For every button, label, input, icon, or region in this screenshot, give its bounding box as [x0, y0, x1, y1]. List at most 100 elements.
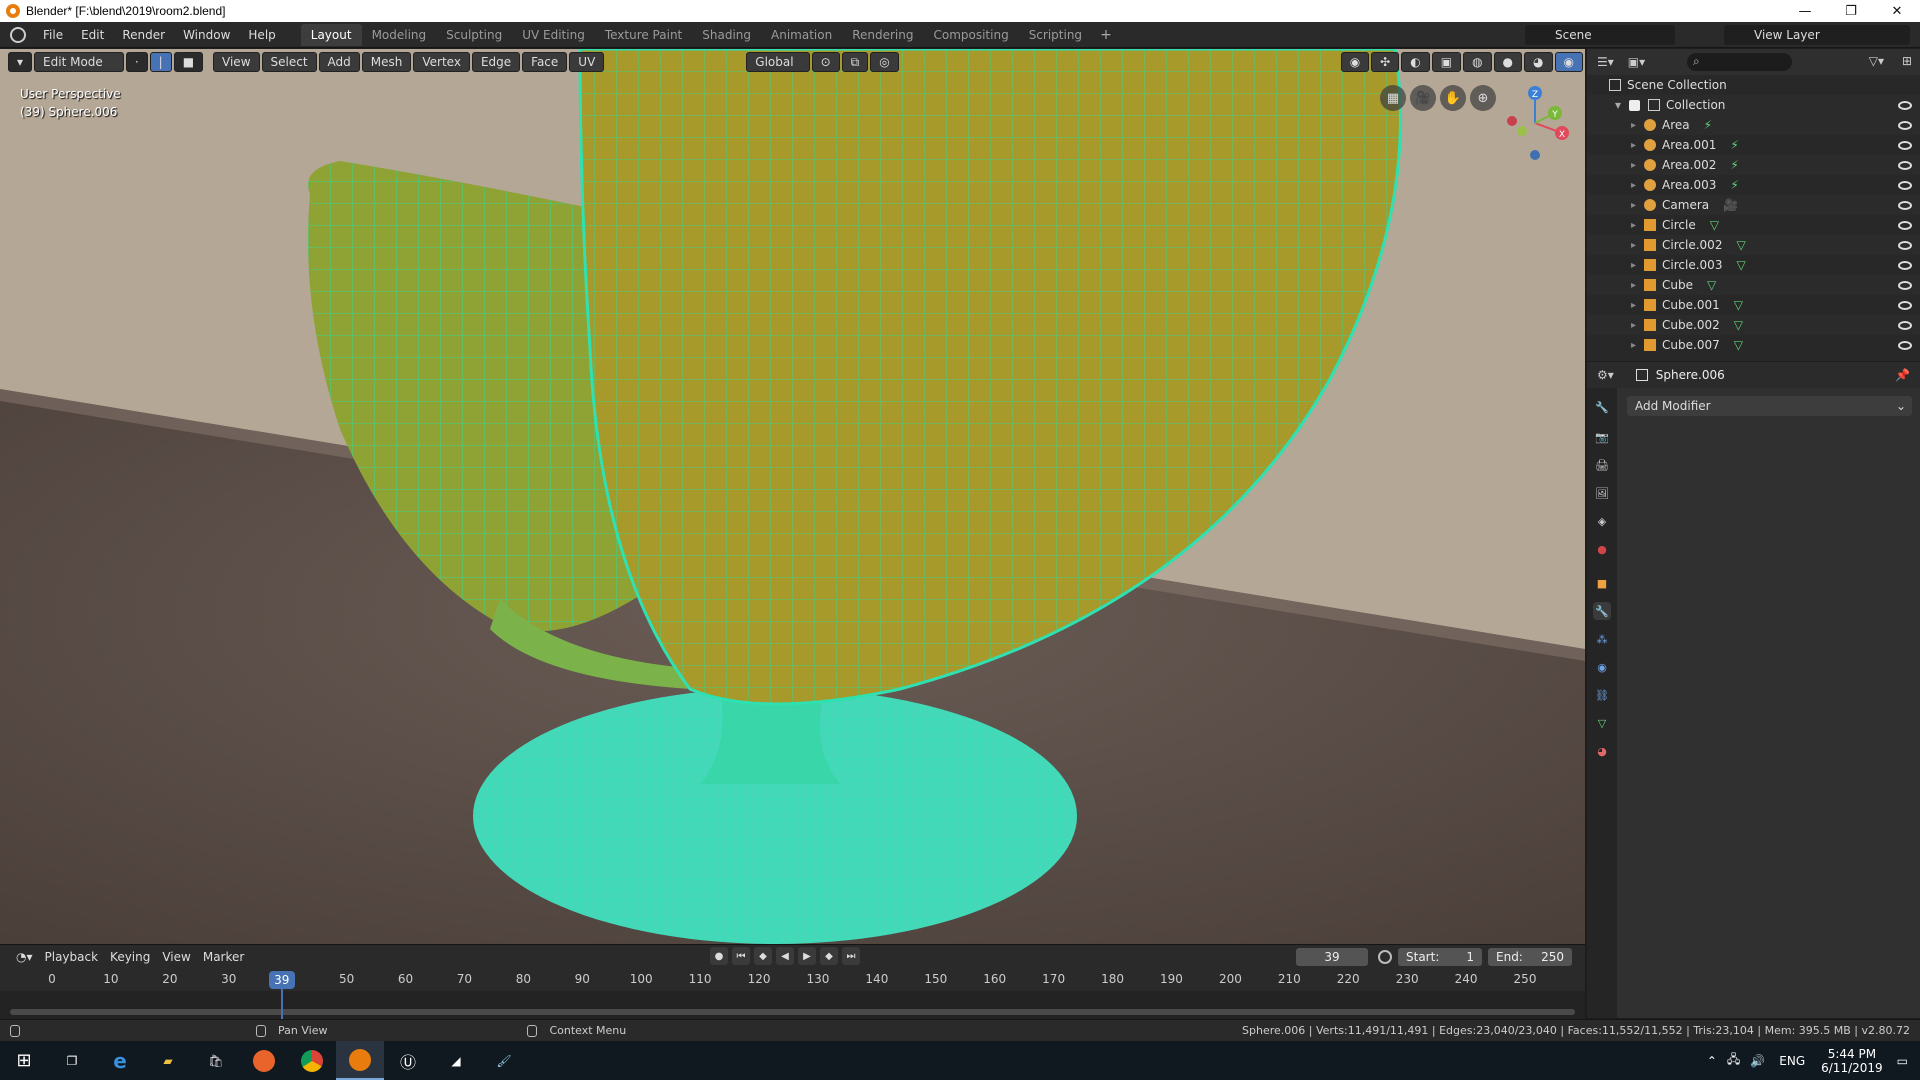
edge-browser-icon[interactable]: e [96, 1041, 144, 1080]
select-mode-edge-button[interactable]: | [149, 52, 172, 72]
tab-compositing[interactable]: Compositing [923, 24, 1018, 46]
uv-menu[interactable]: UV [569, 52, 605, 72]
blender-menu-icon[interactable] [10, 26, 26, 43]
tab-modeling[interactable]: Modeling [362, 24, 437, 46]
expand-icon[interactable]: ▸ [1631, 320, 1636, 331]
visibility-eye-icon[interactable] [1898, 180, 1912, 190]
language-indicator[interactable]: ENG [1779, 1054, 1805, 1068]
properties-editor-type-icon[interactable]: ⚙▾ [1597, 368, 1614, 382]
particles-tab-icon[interactable]: ⁂ [1593, 630, 1611, 648]
add-workspace-button[interactable]: + [1092, 27, 1120, 43]
3d-viewport[interactable]: ▾ Edit Mode · | ■ View Select Add Mesh V… [0, 49, 1585, 944]
light-data-icon[interactable]: ⚡ [1730, 178, 1738, 192]
menu-edit[interactable]: Edit [72, 28, 113, 42]
play-reverse-button[interactable]: ◀ [776, 947, 794, 965]
overlay-visibility-button[interactable]: ◉ [1340, 52, 1370, 72]
mesh-data-icon[interactable]: ▽ [1736, 238, 1745, 252]
outliner-row[interactable]: ▸ Circle ▽ [1587, 215, 1920, 235]
tab-shading[interactable]: Shading [692, 24, 761, 46]
visibility-eye-icon[interactable] [1898, 300, 1912, 310]
jump-end-button[interactable]: ⏭ [842, 947, 860, 965]
shading-material-button[interactable]: ◕ [1524, 52, 1553, 72]
pan-hand-icon[interactable]: ✋ [1440, 85, 1466, 111]
expand-collection-icon[interactable]: ▾ [1615, 98, 1621, 112]
outliner-row[interactable]: ▸ Cube.002 ▽ [1587, 315, 1920, 335]
data-tab-icon[interactable]: ▽ [1593, 714, 1611, 732]
output-tab-icon[interactable]: 🖨 [1593, 456, 1611, 474]
light-data-icon[interactable]: ⚡ [1730, 138, 1738, 152]
filter-icon[interactable]: ▽▾ [1869, 54, 1884, 68]
shading-solid-button[interactable]: ● [1493, 52, 1523, 72]
expand-icon[interactable]: ▸ [1631, 260, 1636, 271]
playhead-line[interactable] [280, 989, 283, 1021]
tab-layout[interactable]: Layout [300, 23, 362, 46]
select-mode-vertex-button[interactable]: · [125, 52, 148, 72]
visibility-eye-icon[interactable] [1898, 280, 1912, 290]
task-view-icon[interactable]: ❐ [48, 1041, 96, 1080]
minimize-button[interactable]: — [1782, 0, 1828, 22]
xray-button[interactable]: ▣ [1431, 52, 1462, 72]
tab-animation[interactable]: Animation [761, 24, 842, 46]
collection-checkbox[interactable] [1629, 99, 1641, 111]
visibility-eye-icon[interactable] [1898, 320, 1912, 330]
outliner-row[interactable]: ▸ Area.002 ⚡ [1587, 155, 1920, 175]
expand-icon[interactable]: ▸ [1631, 220, 1636, 231]
new-collection-icon[interactable]: ⊞ [1902, 54, 1912, 68]
expand-icon[interactable]: ▸ [1631, 200, 1636, 211]
visibility-eye-icon[interactable] [1898, 120, 1912, 130]
menu-render[interactable]: Render [113, 28, 174, 42]
toggle-grid-icon[interactable]: ▦ [1380, 85, 1406, 111]
notification-icon[interactable]: ▭ [1897, 1054, 1908, 1068]
paint-tool-icon[interactable]: 🖌 [480, 1041, 528, 1080]
outliner-row[interactable]: ▸ Cube.007 ▽ [1587, 335, 1920, 355]
tab-rendering[interactable]: Rendering [842, 24, 923, 46]
visibility-eye-icon[interactable] [1898, 260, 1912, 270]
pivot-point-button[interactable]: ⊙ [811, 52, 840, 72]
timeline-editor-type-icon[interactable]: ◔▾ [10, 950, 39, 964]
clock-icon[interactable] [1378, 950, 1392, 964]
display-mode-icon[interactable]: ▣▾ [1628, 55, 1645, 69]
outliner-row[interactable]: ▸ Circle.002 ▽ [1587, 235, 1920, 255]
outliner-row[interactable]: ▸ Cube.001 ▽ [1587, 295, 1920, 315]
prev-keyframe-button[interactable]: ◆ [754, 947, 772, 965]
light-data-icon[interactable]: ⚡ [1704, 118, 1712, 132]
editor-type-button[interactable]: ▾ [8, 52, 33, 72]
material-tab-icon[interactable]: ◕ [1593, 742, 1611, 760]
expand-icon[interactable]: ▸ [1631, 340, 1636, 351]
unreal-icon[interactable]: Ⓤ [384, 1041, 432, 1080]
overlays-button[interactable]: ◐ [1401, 52, 1430, 72]
store-icon[interactable]: 🛍 [192, 1041, 240, 1080]
visibility-eye-icon[interactable] [1898, 220, 1912, 230]
world-tab-icon[interactable]: ● [1593, 540, 1611, 558]
mesh-data-icon[interactable]: ▽ [1734, 298, 1743, 312]
playhead-frame-badge[interactable]: 39 [268, 971, 295, 989]
select-mode-face-button[interactable]: ■ [173, 52, 204, 72]
outliner-row[interactable]: ▸ Cube ▽ [1587, 275, 1920, 295]
modifier-tab-icon[interactable]: 🔧 [1593, 602, 1611, 620]
light-data-icon[interactable]: ⚡ [1730, 158, 1738, 172]
play-button[interactable]: ▶ [798, 947, 816, 965]
windows-start-icon[interactable]: ⊞ [0, 1041, 48, 1080]
edge-menu[interactable]: Edge [471, 52, 521, 72]
file-explorer-icon[interactable]: ▰ [144, 1041, 192, 1080]
shading-rendered-button[interactable]: ◉ [1554, 52, 1583, 72]
mesh-data-icon[interactable]: ▽ [1710, 218, 1719, 232]
timeline-view-menu[interactable]: View [156, 950, 196, 964]
outliner-row[interactable]: ▸ Area ⚡ [1587, 115, 1920, 135]
expand-icon[interactable]: ▸ [1631, 140, 1636, 151]
chrome-icon[interactable] [288, 1041, 336, 1080]
orientation-selector[interactable]: Global [746, 52, 810, 72]
proportional-edit-button[interactable]: ◎ [870, 52, 899, 72]
expand-icon[interactable]: ▸ [1631, 180, 1636, 191]
constraints-tab-icon[interactable]: ⛓ [1593, 686, 1611, 704]
tab-scripting[interactable]: Scripting [1019, 24, 1092, 46]
record-button[interactable]: ● [710, 947, 728, 965]
jump-start-button[interactable]: ⏮ [732, 947, 750, 965]
menu-file[interactable]: File [34, 28, 72, 42]
restore-button[interactable]: ❐ [1828, 0, 1874, 22]
gizmo-toggle-button[interactable]: ✣ [1371, 52, 1400, 72]
add-menu[interactable]: Add [318, 52, 360, 72]
tray-chevron-icon[interactable]: ⌃ [1707, 1054, 1717, 1068]
expand-icon[interactable]: ▸ [1631, 280, 1636, 291]
visibility-eye-icon[interactable] [1898, 200, 1912, 210]
